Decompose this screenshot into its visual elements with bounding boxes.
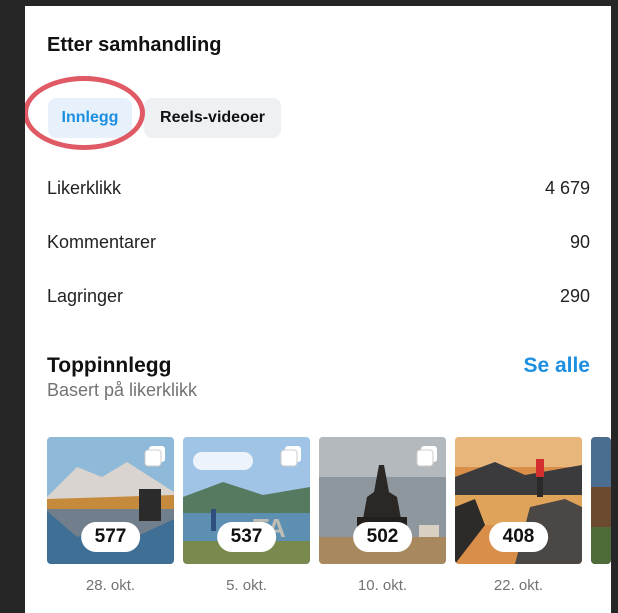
like-count-badge: 502	[352, 522, 413, 552]
section-title: Etter samhandling	[47, 34, 222, 56]
top-posts-subtitle: Basert på likerklikk	[47, 380, 198, 400]
tab-innlegg[interactable]: Innlegg	[48, 98, 132, 138]
post-date: 10. okt.	[357, 577, 408, 594]
post-thumbnail[interactable]: TA 537	[183, 437, 310, 564]
metric-row-likes: Likerklikk 4 679	[47, 178, 590, 199]
metric-row-saves: Lagringer 290	[47, 286, 590, 307]
post-thumbnail[interactable]: 408	[455, 437, 582, 564]
metric-label: Lagringer	[47, 286, 124, 306]
metric-value: 4 679	[544, 178, 590, 198]
metric-label: Likerklikk	[47, 178, 122, 198]
top-posts-title: Toppinnlegg	[47, 354, 172, 377]
post-thumbnail[interactable]: 577	[47, 437, 174, 564]
post-image	[591, 437, 611, 564]
post-date: 22. okt.	[493, 577, 544, 594]
engagement-panel: Etter samhandling Innlegg Reels-videoer …	[25, 6, 611, 613]
post-date: 28. okt.	[85, 577, 136, 594]
post-thumbnail-partial[interactable]	[591, 437, 611, 564]
multi-post-icon	[144, 446, 165, 467]
like-count-badge: 537	[216, 522, 277, 552]
metric-value: 290	[559, 286, 590, 306]
metric-label: Kommentarer	[47, 232, 157, 252]
tab-reels-videoer[interactable]: Reels-videoer	[144, 98, 281, 138]
metric-value: 90	[569, 232, 590, 252]
see-all-link[interactable]: Se alle	[523, 354, 590, 378]
multi-post-icon	[280, 446, 301, 467]
post-date: 5. okt.	[226, 577, 267, 594]
like-count-badge: 577	[80, 522, 141, 552]
like-count-badge: 408	[488, 522, 549, 552]
multi-post-icon	[416, 446, 437, 467]
metric-row-comments: Kommentarer 90	[47, 232, 590, 253]
post-thumbnail[interactable]: 502	[319, 437, 446, 564]
